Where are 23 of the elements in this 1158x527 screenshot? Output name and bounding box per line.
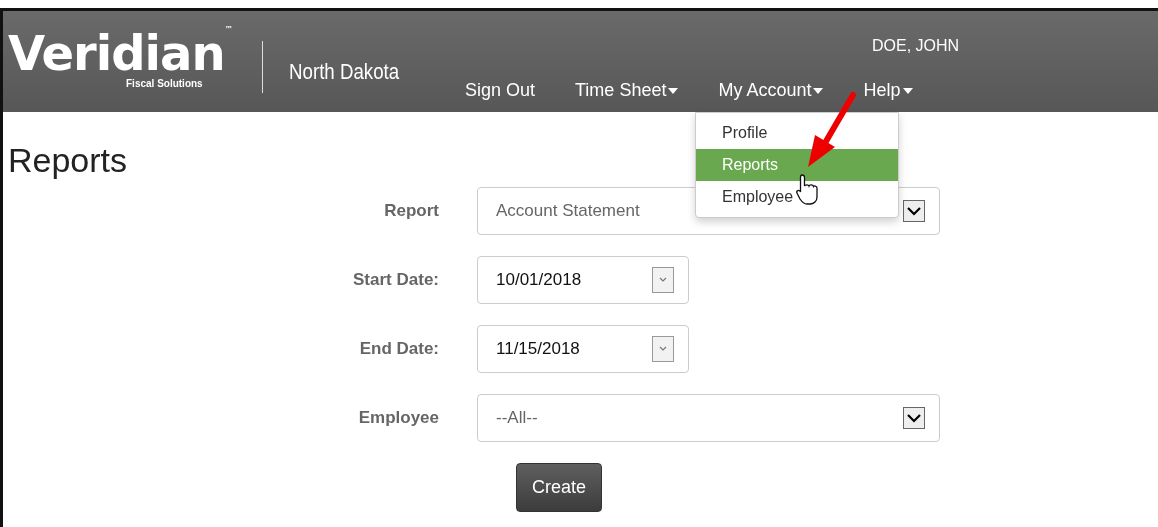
field-label: Report	[383, 200, 440, 223]
menu-item[interactable]: Employee	[696, 181, 898, 213]
logo: Veridian™ Fiscal Solutions	[8, 25, 233, 90]
region-name: North Dakota	[289, 58, 401, 86]
nav-link[interactable]: Time Sheet	[575, 77, 679, 104]
field-label: Start Date:	[352, 269, 440, 292]
create-button[interactable]: Create	[516, 462, 603, 512]
nav-link[interactable]: Help	[863, 77, 913, 104]
nav-link[interactable]: Sign Out	[465, 77, 536, 104]
menu-item[interactable]: Profile	[696, 117, 898, 149]
user-name: DOE, JOHN	[871, 36, 960, 56]
nav-link[interactable]: My Account	[718, 77, 824, 104]
page-title: Reports	[8, 140, 128, 181]
chevron-down-icon	[652, 266, 674, 293]
field-label: Employee	[357, 407, 440, 430]
select-field[interactable]: --All--	[477, 393, 940, 442]
chevron-down-icon	[903, 406, 925, 429]
hand-cursor-icon	[796, 174, 818, 205]
date-field[interactable]: 11/15/2018	[477, 324, 689, 373]
chevron-down-icon	[903, 199, 925, 222]
field-label: End Date:	[358, 338, 440, 361]
chevron-down-icon	[652, 335, 674, 362]
date-field[interactable]: 10/01/2018	[477, 255, 689, 304]
